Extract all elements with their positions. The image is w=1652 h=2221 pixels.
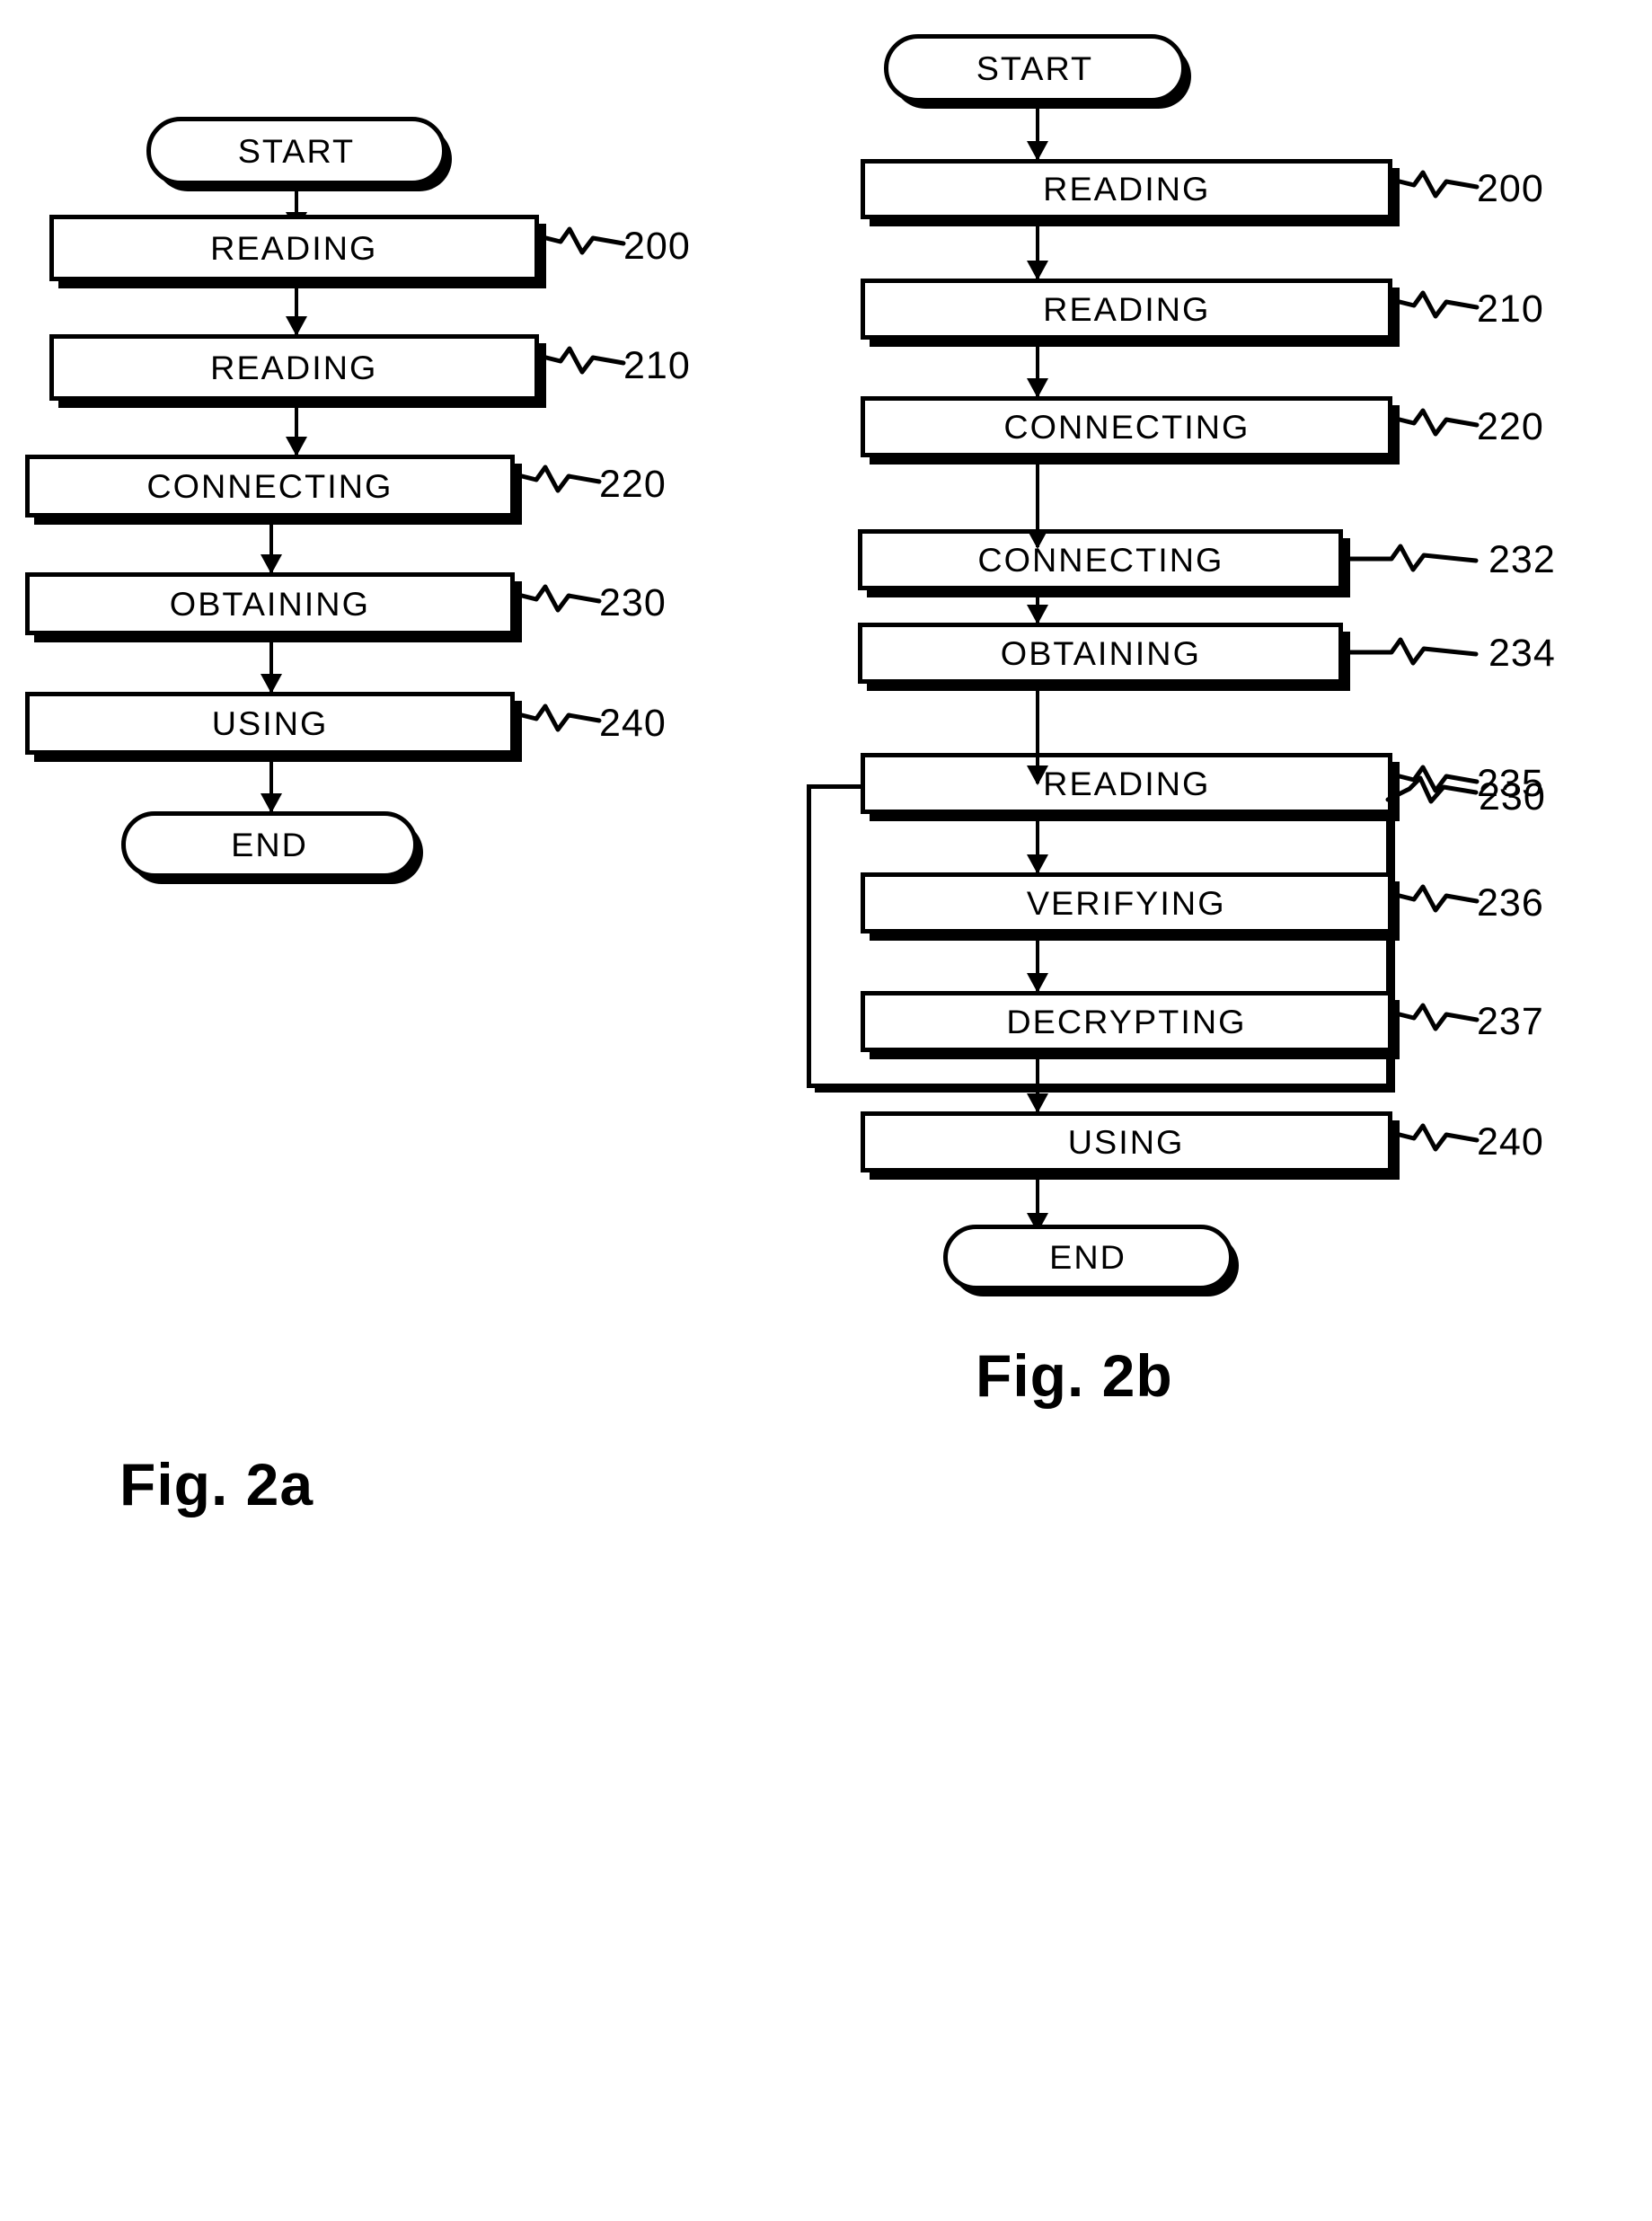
fig2a-step-obtaining-230: OBTAINING (25, 572, 515, 635)
fig2b-ref-200: 200 (1477, 167, 1544, 210)
fig2a-ref-240: 240 (599, 702, 667, 745)
fig2a-step-reading-210: READING (49, 334, 539, 401)
fig2b-step-234-label: OBTAINING (1000, 634, 1201, 672)
fig2a-step-220-label: CONNECTING (146, 467, 393, 505)
fig2a-start-terminal: START (146, 117, 446, 185)
fig2b-step-reading-235: READING (861, 753, 1392, 814)
fig2b-step-232-label: CONNECTING (976, 541, 1224, 579)
fig2b-start-label: START (976, 49, 1094, 87)
fig2b-leader-234 (1340, 633, 1512, 683)
fig2b-step-connecting-232: CONNECTING (858, 529, 1343, 590)
fig2b-step-reading-200: READING (861, 159, 1392, 219)
fig2a-step-240-label: USING (211, 704, 329, 742)
fig2b-start-terminal: START (884, 34, 1186, 102)
fig2b-end-label: END (1049, 1239, 1127, 1276)
fig2a-ref-230: 230 (599, 581, 667, 624)
fig2a-start-label: START (237, 132, 356, 170)
fig2b-ref-234: 234 (1489, 632, 1556, 675)
fig2a-ref-220: 220 (599, 463, 667, 506)
fig2b-ref-240: 240 (1477, 1120, 1544, 1164)
fig2b-leader-232 (1340, 539, 1512, 589)
fig2b-step-210-label: READING (1042, 290, 1211, 328)
fig2b-step-using-240: USING (861, 1111, 1392, 1172)
fig2a-step-using-240: USING (25, 692, 515, 755)
fig2b-step-236-label: VERIFYING (1027, 884, 1226, 922)
fig2b-step-connecting-220: CONNECTING (861, 396, 1392, 457)
fig2b-step-decrypting-237: DECRYPTING (861, 991, 1392, 1052)
fig2b-ref-220: 220 (1477, 405, 1544, 448)
fig2b-ref-232: 232 (1489, 538, 1556, 581)
fig2b-end-terminal: END (943, 1225, 1233, 1290)
fig2b-ref-237: 237 (1477, 1000, 1544, 1043)
fig2b-step-220-label: CONNECTING (1003, 408, 1250, 446)
fig2b-ref-235: 235 (1477, 762, 1544, 805)
fig2b-step-verifying-236: VERIFYING (861, 872, 1392, 934)
patent-drawing-sheet: START READING 200 READING 210 CONNECTING (0, 0, 1652, 2221)
fig2a-step-200-label: READING (210, 229, 378, 267)
fig2a-step-230-label: OBTAINING (169, 585, 371, 623)
fig2b-step-237-label: DECRYPTING (1006, 1003, 1247, 1040)
fig2a-end-label: END (231, 826, 308, 863)
fig2b-step-reading-210: READING (861, 279, 1392, 340)
fig2a-ref-210: 210 (623, 344, 691, 387)
fig2b-step-240-label: USING (1068, 1123, 1185, 1161)
fig2b-step-235-label: READING (1042, 765, 1211, 802)
fig2b-step-200-label: READING (1042, 171, 1211, 208)
fig2a-caption: Fig. 2a (119, 1451, 314, 1518)
fig2b-step-obtaining-234: OBTAINING (858, 623, 1343, 684)
fig2a-end-terminal: END (121, 811, 418, 878)
fig2b-caption: Fig. 2b (976, 1342, 1173, 1409)
fig2b-ref-236: 236 (1477, 881, 1544, 925)
fig2a-step-reading-200: READING (49, 215, 539, 281)
fig2a-step-210-label: READING (210, 349, 378, 386)
fig2b-ref-210: 210 (1477, 288, 1544, 331)
fig2a-step-connecting-220: CONNECTING (25, 455, 515, 518)
fig2a-ref-200: 200 (623, 225, 691, 268)
